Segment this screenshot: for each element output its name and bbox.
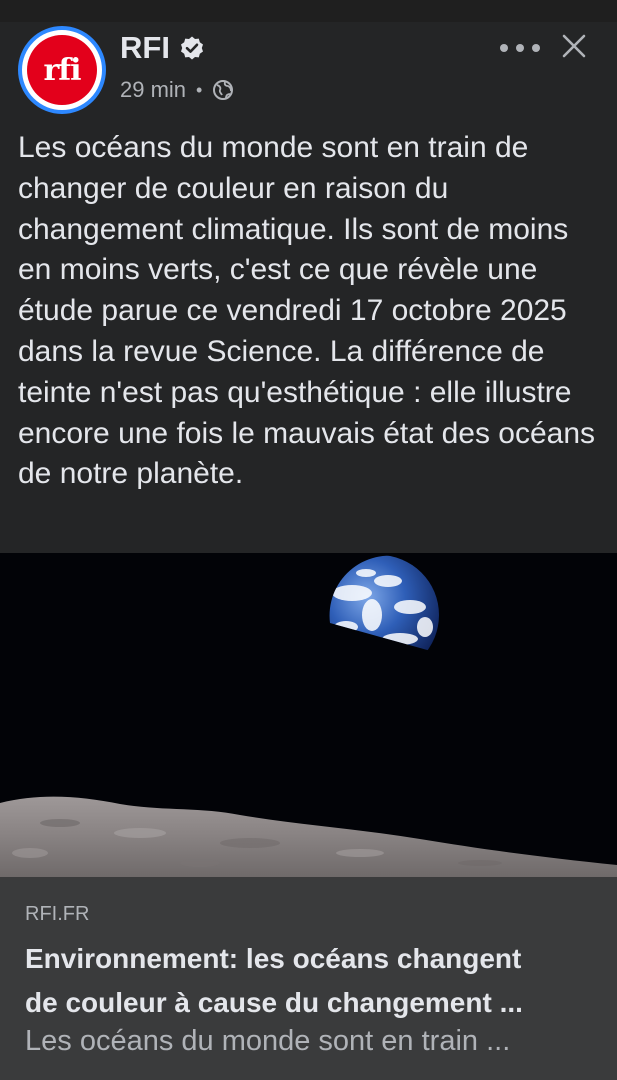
more-dot xyxy=(532,44,540,52)
status-bar xyxy=(0,0,617,22)
more-options-icon[interactable] xyxy=(500,36,540,60)
link-title-line: de couleur à cause du changement ... xyxy=(25,987,523,1018)
post-header: rfi RFI 29 min • xyxy=(0,22,617,122)
post-time[interactable]: 29 min xyxy=(120,77,186,103)
link-preview-card[interactable]: RFI.FR Environnement: les océans changen… xyxy=(0,877,617,1080)
meta-separator: • xyxy=(196,79,203,100)
link-title-line: Environnement: les océans changent xyxy=(25,943,522,974)
link-description: Les océans du monde sont en train ... xyxy=(25,1025,511,1057)
avatar[interactable]: rfi xyxy=(18,26,106,114)
link-title[interactable]: Environnement: les océans changent de co… xyxy=(25,937,595,1025)
post-text: Les océans du monde sont en train de cha… xyxy=(18,131,596,491)
verified-check-icon xyxy=(180,36,203,60)
close-icon[interactable] xyxy=(560,32,588,60)
earthrise-photo[interactable] xyxy=(0,553,617,877)
more-dot xyxy=(516,44,524,52)
link-domain: RFI.FR xyxy=(25,903,90,925)
author-name[interactable]: RFI xyxy=(120,30,170,66)
rfi-logo: rfi xyxy=(27,35,97,105)
post-meta: 29 min • xyxy=(120,77,234,103)
more-dot xyxy=(500,44,508,52)
globe-icon xyxy=(213,80,234,100)
avatar-label: rfi xyxy=(43,52,81,88)
author-row: RFI xyxy=(120,30,205,66)
